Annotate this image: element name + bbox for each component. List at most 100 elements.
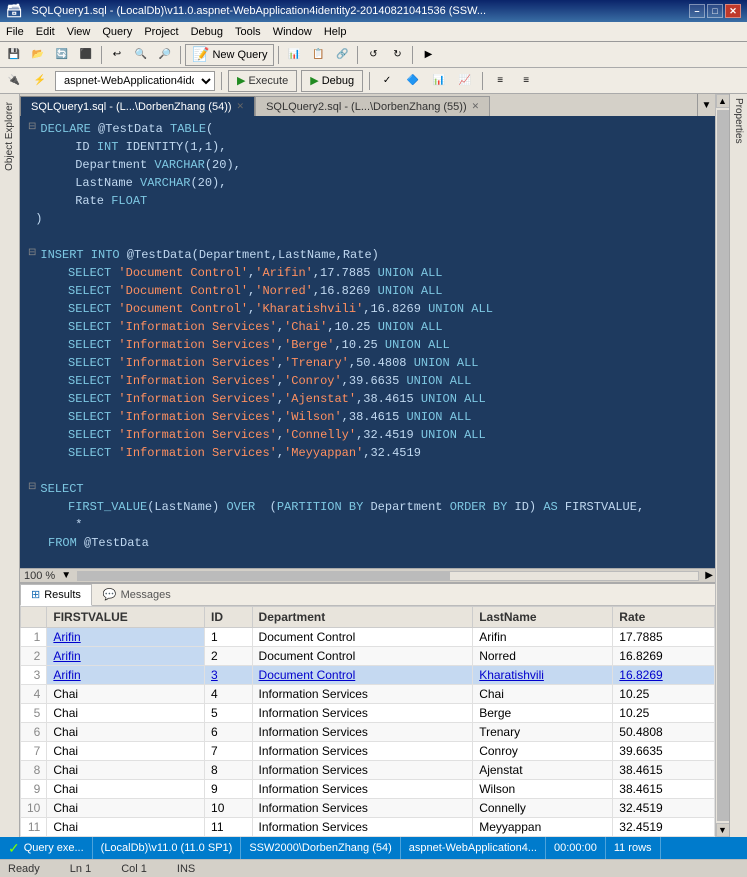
rate-cell: 10.25 xyxy=(613,685,715,704)
toolbar-btn-7[interactable]: 🔎 xyxy=(154,44,176,66)
toolbar-btn-undo[interactable]: ↺ xyxy=(362,44,384,66)
firstvalue-cell: Arifin xyxy=(47,666,205,685)
object-explorer-tab[interactable]: Object Explorer xyxy=(2,94,17,179)
row-num-cell: 7 xyxy=(21,742,47,761)
h-scrollbar-track[interactable] xyxy=(77,571,699,581)
col-rownum xyxy=(21,607,47,628)
tabs-scroll[interactable]: ▼ xyxy=(697,94,715,116)
status-col: Col 1 xyxy=(121,863,147,875)
toolbar-btn-9[interactable]: 📋 xyxy=(307,44,329,66)
title-text: SQLQuery1.sql - (LocalDb)\v11.0.aspnet-W… xyxy=(32,5,487,17)
rate-cell: 32.4519 xyxy=(613,799,715,818)
menu-view[interactable]: View xyxy=(61,24,97,40)
firstvalue-cell: Chai xyxy=(47,761,205,780)
code-line-17: SELECT 'Information Services','Wilson',3… xyxy=(28,408,711,426)
vscroll-down[interactable]: ▼ xyxy=(716,823,730,837)
menu-debug[interactable]: Debug xyxy=(185,24,229,40)
side-panel-right: Properties xyxy=(729,94,747,837)
toolbar-btn-2[interactable]: 📂 xyxy=(27,44,49,66)
minimize-button[interactable]: – xyxy=(689,4,705,18)
table-row: 11Chai11Information ServicesMeyyappan32.… xyxy=(21,818,715,837)
toolbar-btn-11[interactable]: ▶ xyxy=(417,44,439,66)
col-department: Department xyxy=(252,607,473,628)
toolbar2-btn6[interactable]: 📈 xyxy=(454,70,476,92)
toolbar2-btn1[interactable]: 🔌 xyxy=(3,70,25,92)
results-panel: ⊞ Results 💬 Messages FIRSTVALUE ID Dep xyxy=(20,582,715,837)
menu-query[interactable]: Query xyxy=(96,24,138,40)
code-line-24: FROM @TestData xyxy=(28,534,711,552)
menu-project[interactable]: Project xyxy=(138,24,184,40)
toolbar-btn-10[interactable]: 🔗 xyxy=(331,44,353,66)
toolbar-btn-6[interactable]: 🔍 xyxy=(130,44,152,66)
toolbar2-btn7[interactable]: ≡ xyxy=(489,70,511,92)
tab-sqlquery2[interactable]: SQLQuery2.sql - (L...\DorbenZhang (55)) … xyxy=(255,96,490,116)
debug-icon: ▶ xyxy=(310,74,318,87)
debug-button[interactable]: ▶ Debug xyxy=(301,70,363,92)
lastname-cell: Wilson xyxy=(473,780,613,799)
toolbar-btn-8[interactable]: 📊 xyxy=(283,44,305,66)
lastname-cell: Ajenstat xyxy=(473,761,613,780)
firstvalue-cell: Chai xyxy=(47,723,205,742)
results-tab-messages[interactable]: 💬 Messages xyxy=(92,584,182,606)
lastname-cell: Berge xyxy=(473,704,613,723)
code-line-22: FIRST_VALUE(LastName) OVER (PARTITION BY… xyxy=(28,498,711,516)
code-line-21: ⊟SELECT xyxy=(28,480,711,498)
row-num-cell: 2 xyxy=(21,647,47,666)
menu-bar: File Edit View Query Project Debug Tools… xyxy=(0,22,747,42)
toolbar-btn-3[interactable]: 🔄 xyxy=(51,44,73,66)
execute-label: Execute xyxy=(248,75,288,87)
editor-container: SQLQuery1.sql - (L...\DorbenZhang (54)) … xyxy=(20,94,715,837)
toolbar-btn-redo[interactable]: ↻ xyxy=(386,44,408,66)
h-scrollbar[interactable]: 100 % ▼ ▶ xyxy=(20,568,715,582)
check-icon: ✓ xyxy=(8,840,20,857)
tab-sqlquery1[interactable]: SQLQuery1.sql - (L...\DorbenZhang (54)) … xyxy=(20,96,255,116)
id-cell: 7 xyxy=(205,742,253,761)
code-editor[interactable]: ⊟DECLARE @TestData TABLE( ID INT IDENTIT… xyxy=(20,116,715,568)
table-row: 10Chai10Information ServicesConnelly32.4… xyxy=(21,799,715,818)
new-query-button[interactable]: 📝 New Query xyxy=(185,44,274,66)
editor-vscroll: ▲ ▼ xyxy=(715,94,729,837)
menu-help[interactable]: Help xyxy=(318,24,353,40)
table-row: 5Chai5Information ServicesBerge10.25 xyxy=(21,704,715,723)
rate-cell: 16.8269 xyxy=(613,666,715,685)
firstvalue-cell: Chai xyxy=(47,742,205,761)
toolbar2-btn8[interactable]: ≡ xyxy=(515,70,537,92)
menu-file[interactable]: File xyxy=(0,24,30,40)
toolbar-btn-1[interactable]: 💾 xyxy=(3,44,25,66)
toolbar2-btn3[interactable]: ✓ xyxy=(376,70,398,92)
menu-tools[interactable]: Tools xyxy=(229,24,267,40)
properties-tab[interactable]: Properties xyxy=(731,94,746,148)
code-line-2: ID INT IDENTITY(1,1), xyxy=(28,138,711,156)
menu-edit[interactable]: Edit xyxy=(30,24,61,40)
close-button[interactable]: ✕ xyxy=(725,4,741,18)
tabs-bar: SQLQuery1.sql - (L...\DorbenZhang (54)) … xyxy=(20,94,715,116)
status-mode: Ready xyxy=(8,863,40,875)
rate-cell: 32.4519 xyxy=(613,818,715,837)
separator1 xyxy=(101,46,102,64)
execute-button[interactable]: ▶ Execute xyxy=(228,70,297,92)
menu-window[interactable]: Window xyxy=(267,24,318,40)
main-area: Object Explorer SQLQuery1.sql - (L...\Do… xyxy=(0,94,747,837)
new-query-label: New Query xyxy=(212,49,267,61)
tab2-close[interactable]: ✕ xyxy=(472,101,480,112)
col-rate: Rate xyxy=(613,607,715,628)
code-line-9: SELECT 'Document Control','Arifin',17.78… xyxy=(28,264,711,282)
row-num-cell: 11 xyxy=(21,818,47,837)
zoom-dropdown[interactable]: ▼ xyxy=(59,570,73,581)
tab1-close[interactable]: ✕ xyxy=(237,101,245,112)
status-database: aspnet-WebApplication4... xyxy=(401,837,546,859)
results-tab-results[interactable]: ⊞ Results xyxy=(20,584,92,606)
col-lastname: LastName xyxy=(473,607,613,628)
toolbar2-btn2[interactable]: ⚡ xyxy=(29,70,51,92)
toolbar2-btn5[interactable]: 📊 xyxy=(428,70,450,92)
code-line-3: Department VARCHAR(20), xyxy=(28,156,711,174)
code-line-8: ⊟INSERT INTO @TestData(Department,LastNa… xyxy=(28,246,711,264)
toolbar2-btn4[interactable]: 🔷 xyxy=(402,70,424,92)
scroll-right-btn[interactable]: ▶ xyxy=(703,570,715,581)
lastname-cell: Connelly xyxy=(473,799,613,818)
vscroll-up[interactable]: ▲ xyxy=(716,94,730,108)
database-dropdown[interactable]: aspnet-WebApplication4idc xyxy=(55,71,215,91)
toolbar-btn-5[interactable]: ↩ xyxy=(106,44,128,66)
maximize-button[interactable]: □ xyxy=(707,4,723,18)
toolbar-btn-4[interactable]: ⬛ xyxy=(75,44,97,66)
